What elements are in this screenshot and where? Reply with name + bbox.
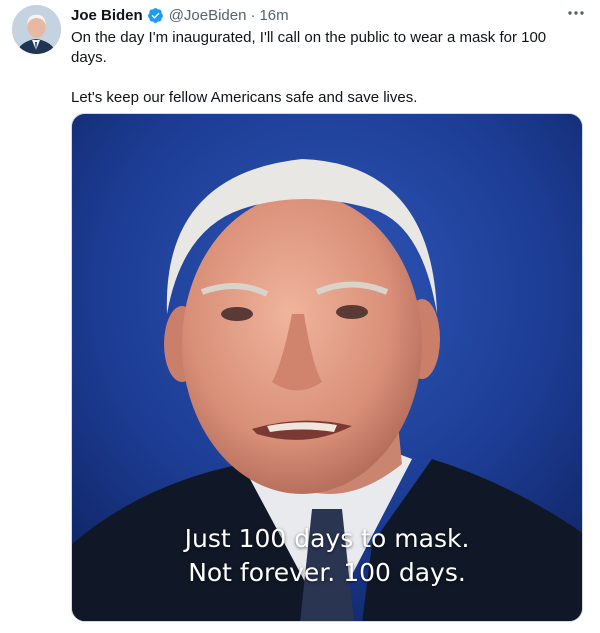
verified-badge-icon (147, 7, 164, 24)
handle[interactable]: @JoeBiden (169, 7, 247, 24)
video-media[interactable]: Just 100 days to mask. Not forever. 100 … (71, 113, 583, 622)
tweet-header: Joe Biden @JoeBiden · 16m (71, 5, 289, 25)
tweet-text-paragraph: Let's keep our fellow Americans safe and… (71, 89, 418, 106)
tweet-text-paragraph: On the day I'm inaugurated, I'll call on… (71, 29, 547, 66)
more-options-icon[interactable] (564, 4, 588, 22)
video-caption-line: Just 100 days to mask. (184, 524, 470, 553)
video-caption-line: Not forever. 100 days. (188, 558, 466, 587)
tweet: Joe Biden @JoeBiden · 16m On the day I'm… (0, 0, 600, 633)
video-caption: Just 100 days to mask. Not forever. 100 … (72, 522, 582, 590)
display-name[interactable]: Joe Biden (71, 7, 143, 24)
avatar[interactable] (12, 5, 61, 54)
separator-dot: · (250, 6, 256, 24)
timestamp[interactable]: 16m (259, 7, 288, 24)
tweet-text: On the day I'm inaugurated, I'll call on… (71, 28, 571, 108)
